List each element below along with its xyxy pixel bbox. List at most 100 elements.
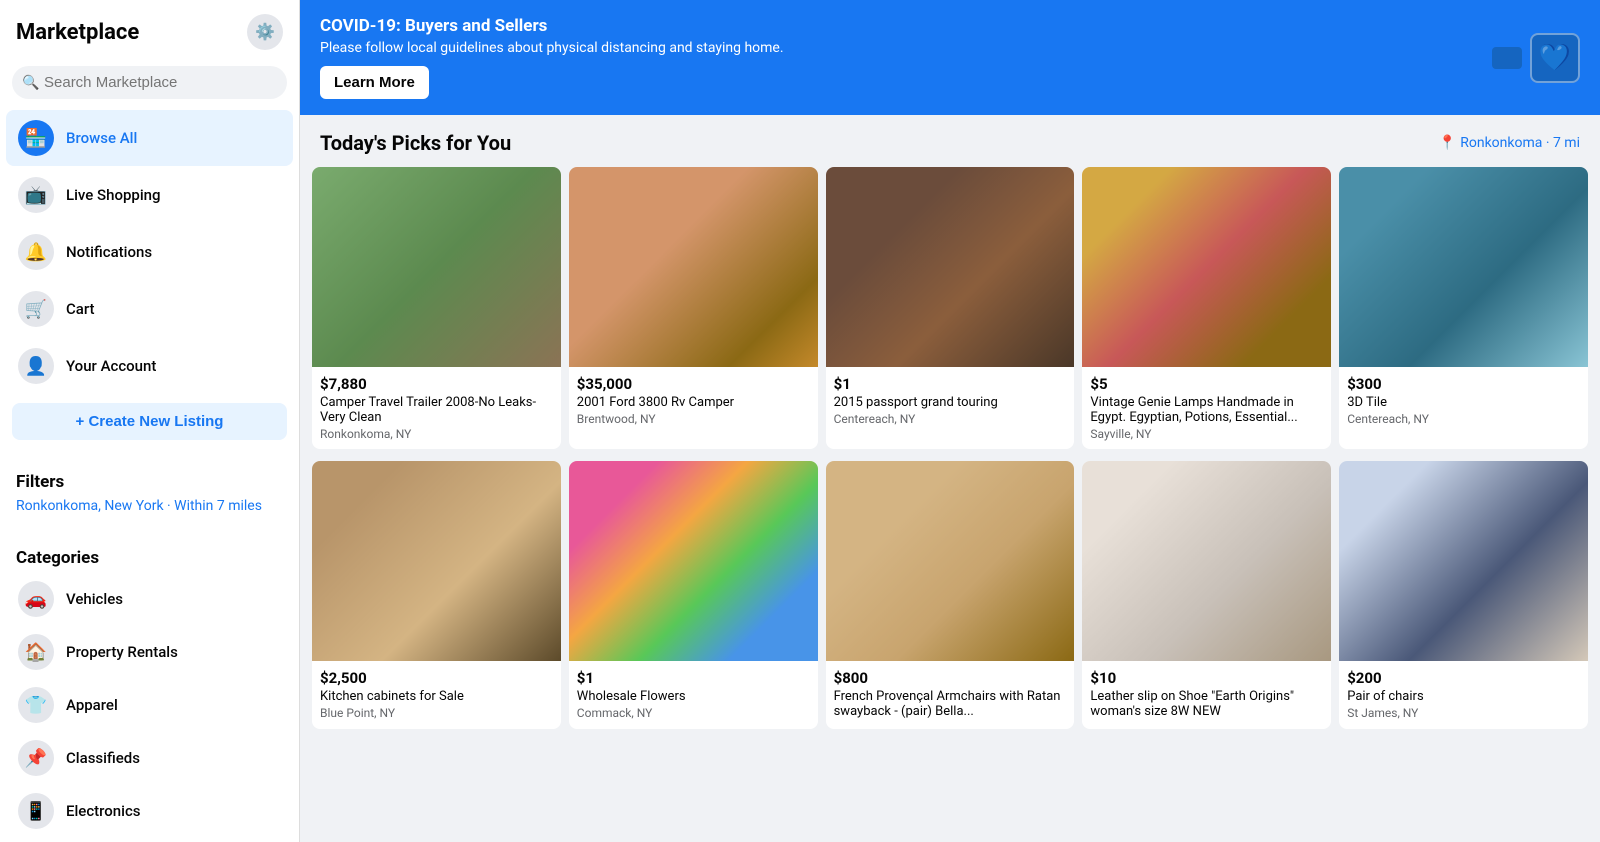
covid-badge-small	[1492, 47, 1522, 69]
listing-price: $2,500	[320, 669, 553, 687]
listing-price: $35,000	[577, 375, 810, 393]
listing-info: $10 Leather slip on Shoe "Earth Origins"…	[1082, 661, 1331, 729]
listing-image	[569, 461, 818, 661]
listing-info: $1 Wholesale Flowers Commack, NY	[569, 661, 818, 728]
listing-location: St James, NY	[1347, 706, 1580, 720]
sidebar-title: Marketplace	[16, 20, 139, 45]
category-item-electronics[interactable]: 📱 Electronics	[6, 785, 293, 837]
listing-location: Commack, NY	[577, 706, 810, 720]
search-bar-container: 🔍	[0, 60, 299, 109]
nav-label-live-shopping: Live Shopping	[66, 186, 161, 204]
listing-image	[312, 461, 561, 661]
listing-price: $300	[1347, 375, 1580, 393]
cat-label-vehicles: Vehicles	[66, 590, 123, 608]
listing-card[interactable]: $5 Vintage Genie Lamps Handmade in Egypt…	[1082, 167, 1331, 449]
covid-subtitle: Please follow local guidelines about phy…	[320, 40, 784, 56]
listing-image	[1339, 461, 1588, 661]
category-item-property-rentals[interactable]: 🏠 Property Rentals	[6, 626, 293, 678]
listing-price: $1	[834, 375, 1067, 393]
listings-row-2: $2,500 Kitchen cabinets for Sale Blue Po…	[300, 461, 1600, 741]
nav-icon-browse-all: 🏪	[18, 120, 54, 156]
covid-heart-icon: 💙	[1530, 33, 1580, 83]
nav-icon-cart: 🛒	[18, 291, 54, 327]
nav-icon-your-account: 👤	[18, 348, 54, 384]
listing-image	[1082, 461, 1331, 661]
listing-card[interactable]: $800 French Provençal Armchairs with Rat…	[826, 461, 1075, 729]
category-item-apparel[interactable]: 👕 Apparel	[6, 679, 293, 731]
listing-image	[826, 167, 1075, 367]
listing-location: Blue Point, NY	[320, 706, 553, 720]
listing-info: $300 3D Tile Centereach, NY	[1339, 367, 1588, 434]
listing-info: $5 Vintage Genie Lamps Handmade in Egypt…	[1082, 367, 1331, 449]
listing-location: Brentwood, NY	[577, 412, 810, 426]
search-input[interactable]	[12, 66, 287, 99]
covid-title: COVID-19: Buyers and Sellers	[320, 16, 784, 36]
listing-name: Kitchen cabinets for Sale	[320, 689, 553, 704]
nav-icon-live-shopping: 📺	[18, 177, 54, 213]
listing-name: French Provençal Armchairs with Ratan sw…	[834, 689, 1067, 719]
listing-card[interactable]: $300 3D Tile Centereach, NY	[1339, 167, 1588, 449]
create-listing-button[interactable]: + Create New Listing	[12, 403, 287, 440]
listing-name: Camper Travel Trailer 2008-No Leaks-Very…	[320, 395, 553, 425]
listing-card[interactable]: $200 Pair of chairs St James, NY	[1339, 461, 1588, 729]
nav-items: 🏪 Browse All 📺 Live Shopping 🔔 Notificat…	[0, 109, 299, 395]
listing-info: $2,500 Kitchen cabinets for Sale Blue Po…	[312, 661, 561, 728]
listing-info: $1 2015 passport grand touring Centereac…	[826, 367, 1075, 434]
cat-icon-vehicles: 🚗	[18, 581, 54, 617]
sidebar: Marketplace ⚙️ 🔍 🏪 Browse All 📺 Live Sho…	[0, 0, 300, 842]
listing-name: Vintage Genie Lamps Handmade in Egypt. E…	[1090, 395, 1323, 425]
listing-price: $10	[1090, 669, 1323, 687]
sidebar-header: Marketplace ⚙️	[0, 0, 299, 60]
listing-card[interactable]: $7,880 Camper Travel Trailer 2008-No Lea…	[312, 167, 561, 449]
main-content: COVID-19: Buyers and Sellers Please foll…	[300, 0, 1600, 842]
cat-label-electronics: Electronics	[66, 802, 141, 820]
listing-price: $1	[577, 669, 810, 687]
listing-image	[1082, 167, 1331, 367]
listing-location: Centereach, NY	[1347, 412, 1580, 426]
listings-row-1: $7,880 Camper Travel Trailer 2008-No Lea…	[300, 167, 1600, 461]
listing-info: $800 French Provençal Armchairs with Rat…	[826, 661, 1075, 729]
nav-item-your-account[interactable]: 👤 Your Account	[6, 338, 293, 394]
listing-info: $35,000 2001 Ford 3800 Rv Camper Brentwo…	[569, 367, 818, 434]
listing-name: 2015 passport grand touring	[834, 395, 1067, 410]
cat-label-apparel: Apparel	[66, 696, 118, 714]
covid-banner: COVID-19: Buyers and Sellers Please foll…	[300, 0, 1600, 115]
nav-item-live-shopping[interactable]: 📺 Live Shopping	[6, 167, 293, 223]
covid-text: COVID-19: Buyers and Sellers Please foll…	[320, 16, 784, 99]
gear-button[interactable]: ⚙️	[247, 14, 283, 50]
listing-price: $5	[1090, 375, 1323, 393]
nav-label-cart: Cart	[66, 300, 95, 318]
category-item-classifieds[interactable]: 📌 Classifieds	[6, 732, 293, 784]
location-tag[interactable]: 📍 Ronkonkoma · 7 mi	[1439, 135, 1580, 151]
cat-icon-classifieds: 📌	[18, 740, 54, 776]
listing-image	[569, 167, 818, 367]
listing-card[interactable]: $1 Wholesale Flowers Commack, NY	[569, 461, 818, 729]
listing-name: 2001 Ford 3800 Rv Camper	[577, 395, 810, 410]
category-item-entertainment[interactable]: 👥 Entertainment	[6, 838, 293, 842]
listing-card[interactable]: $10 Leather slip on Shoe "Earth Origins"…	[1082, 461, 1331, 729]
categories-list: 🚗 Vehicles 🏠 Property Rentals 👕 Apparel …	[0, 572, 299, 842]
location-label: Ronkonkoma · 7 mi	[1460, 135, 1580, 151]
listing-price: $200	[1347, 669, 1580, 687]
listing-name: Wholesale Flowers	[577, 689, 810, 704]
listing-location: Ronkonkoma, NY	[320, 427, 553, 441]
category-item-vehicles[interactable]: 🚗 Vehicles	[6, 573, 293, 625]
listing-location: Centereach, NY	[834, 412, 1067, 426]
nav-item-browse-all[interactable]: 🏪 Browse All	[6, 110, 293, 166]
filter-location[interactable]: Ronkonkoma, New York · Within 7 miles	[0, 496, 299, 524]
cat-icon-electronics: 📱	[18, 793, 54, 829]
nav-icon-notifications: 🔔	[18, 234, 54, 270]
listing-image	[312, 167, 561, 367]
nav-item-cart[interactable]: 🛒 Cart	[6, 281, 293, 337]
listing-card[interactable]: $1 2015 passport grand touring Centereac…	[826, 167, 1075, 449]
search-icon: 🔍	[22, 75, 39, 91]
listing-card[interactable]: $35,000 2001 Ford 3800 Rv Camper Brentwo…	[569, 167, 818, 449]
listing-info: $7,880 Camper Travel Trailer 2008-No Lea…	[312, 367, 561, 449]
nav-item-notifications[interactable]: 🔔 Notifications	[6, 224, 293, 280]
listing-card[interactable]: $2,500 Kitchen cabinets for Sale Blue Po…	[312, 461, 561, 729]
listing-image	[826, 461, 1075, 661]
cat-icon-property-rentals: 🏠	[18, 634, 54, 670]
learn-more-button[interactable]: Learn More	[320, 66, 429, 99]
covid-right-icons: 💙	[1492, 33, 1580, 83]
cat-label-classifieds: Classifieds	[66, 749, 140, 767]
